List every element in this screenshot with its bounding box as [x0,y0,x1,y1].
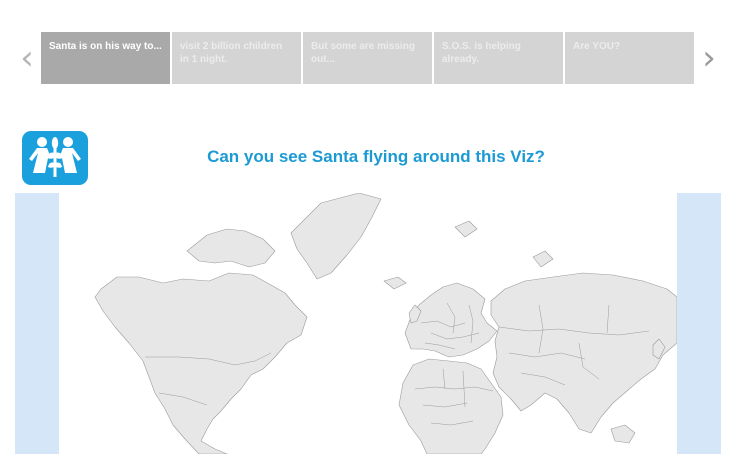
greenland [290,193,382,280]
chevron-right-icon[interactable]: › [696,30,722,86]
svalbard [454,220,478,238]
story-point-4[interactable]: S.O.S. is helping already. [434,32,563,84]
europe [404,282,498,358]
north-america [94,272,308,454]
story-point-1[interactable]: Santa is on his way to... [41,32,170,84]
ocean-band-left [15,193,59,454]
world-map[interactable] [59,193,677,454]
chevron-left-icon[interactable]: ‹ [14,30,40,86]
story-navigator: ‹ Santa is on his way to... visit 2 bill… [14,30,722,86]
story-point-2[interactable]: visit 2 billion children in 1 night. [172,32,301,84]
story-point-5[interactable]: Are YOU? [565,32,694,84]
africa [398,358,504,454]
southeast-asia-islands [610,424,636,444]
canadian-arctic-islands [186,228,276,268]
ocean-band-right [677,193,721,454]
sos-children-logo-icon [22,131,88,185]
world-map-view[interactable] [15,193,721,454]
dashboard-title: Can you see Santa flying around this Viz… [207,147,545,166]
iceland [383,276,407,290]
novaya-zemlya [532,250,554,268]
asia [490,272,677,434]
story-points: Santa is on his way to... visit 2 billio… [41,32,694,84]
story-point-3[interactable]: But some are missing out... [303,32,432,84]
